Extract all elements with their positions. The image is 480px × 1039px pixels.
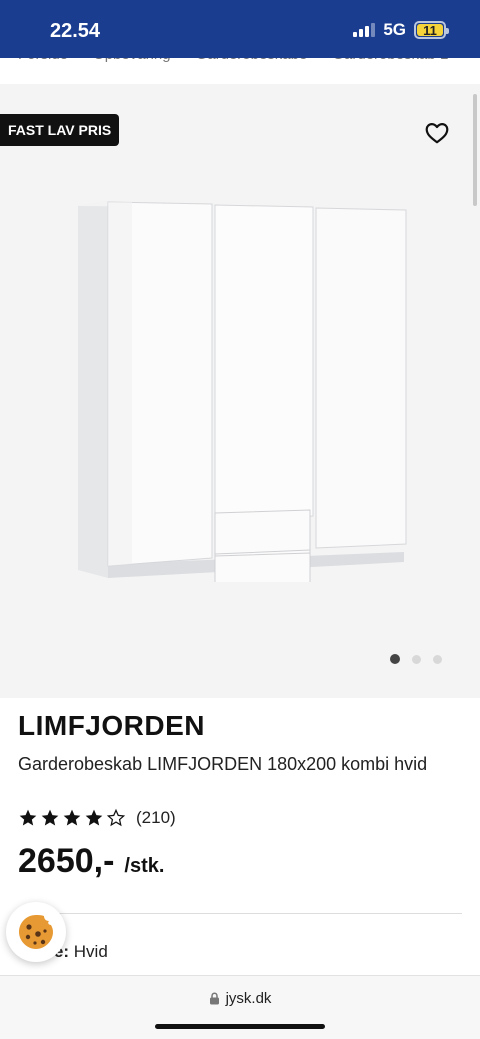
rating-count: (210) <box>136 808 176 827</box>
network-type: 5G <box>383 20 406 39</box>
heart-outline-icon[interactable] <box>424 120 450 146</box>
price-badge: FAST LAV PRIS <box>0 114 120 146</box>
product-gallery[interactable]: FAST LAV PRIS <box>0 84 480 698</box>
battery-level: 11 <box>423 22 437 38</box>
product-price: 2650,- /stk. <box>18 842 164 881</box>
star-filled-icon <box>41 809 59 826</box>
price-unit: /stk. <box>124 855 165 877</box>
carousel-dot-2[interactable] <box>412 654 421 664</box>
carousel-dot-1[interactable] <box>390 654 400 664</box>
url-display[interactable]: jysk.dk <box>0 990 480 1007</box>
lock-icon <box>209 992 219 1005</box>
status-bar: 22.54 5G 11 <box>0 0 480 58</box>
product-rating[interactable]: (210) <box>18 808 176 828</box>
color-value: Hvid <box>73 942 108 961</box>
star-filled-icon <box>63 809 81 826</box>
status-time: 22.54 <box>50 20 101 42</box>
url-text: jysk.dk <box>225 990 272 1007</box>
product-image <box>78 201 407 582</box>
carousel-dots <box>390 654 442 664</box>
star-outline-icon <box>106 808 126 827</box>
cookie-settings-button[interactable] <box>6 902 66 962</box>
product-brand: LIMFJORDEN <box>18 710 205 741</box>
home-indicator[interactable] <box>155 1024 325 1029</box>
product-description: Garderobeskab LIMFJORDEN 180x200 kombi h… <box>18 754 428 774</box>
signal-icon <box>353 23 376 37</box>
browser-address-bar[interactable]: jysk.dk <box>0 975 480 1039</box>
star-filled-icon <box>85 809 103 826</box>
page: 22.54 5G 11 Forside › Opbevaring › Garde… <box>0 0 480 1039</box>
carousel-dot-3[interactable] <box>433 654 442 664</box>
status-indicators: 5G 11 <box>353 20 449 40</box>
cookie-icon <box>19 915 53 949</box>
battery-icon: 11 <box>414 21 449 39</box>
star-filled-icon <box>19 809 37 826</box>
scrollbar-thumb[interactable] <box>473 94 477 206</box>
price-amount: 2650,- <box>18 842 115 880</box>
divider <box>18 913 462 914</box>
